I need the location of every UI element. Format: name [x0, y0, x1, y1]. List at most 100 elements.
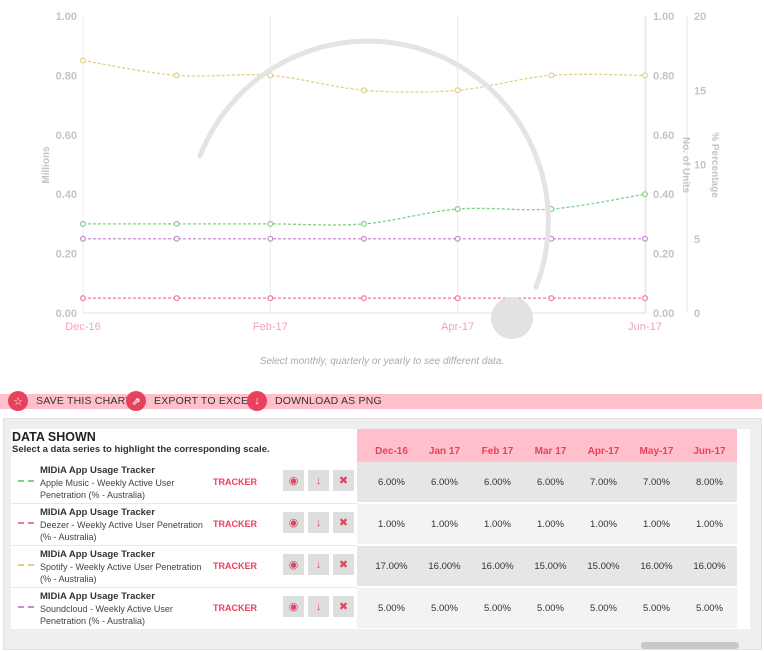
tracker-link[interactable]: TRACKER	[213, 477, 257, 487]
series-description: Soundcloud - Weekly Active User Penetrat…	[40, 604, 173, 626]
series-point	[641, 235, 648, 242]
tracker-link[interactable]: TRACKER	[213, 603, 257, 613]
series-point	[173, 235, 180, 242]
tracker-link[interactable]: TRACKER	[213, 519, 257, 529]
series-row[interactable]: MIDiA App Usage Tracker Spotify - Weekly …	[11, 546, 737, 586]
eye-series-button[interactable]: ◉	[283, 596, 304, 617]
value-cell: 7.00%	[643, 477, 670, 488]
download-series-button[interactable]: ↓	[308, 512, 329, 533]
close-icon: ✖	[338, 559, 349, 571]
series-point	[173, 72, 180, 79]
data-shown-title: DATA SHOWN	[12, 430, 96, 444]
download-series-button[interactable]: ↓	[308, 596, 329, 617]
value-cell: 5.00%	[484, 603, 511, 614]
value-cell: 8.00%	[696, 477, 723, 488]
series-legend-swatch	[18, 564, 34, 566]
series-legend-swatch	[18, 522, 34, 524]
value-cell: 6.00%	[378, 477, 405, 488]
close-series-button[interactable]: ✖	[333, 554, 354, 575]
series-source: MIDiA App Usage Tracker	[40, 549, 155, 560]
series-line	[83, 193, 646, 226]
download-png-label: DOWNLOAD AS PNG	[275, 395, 382, 407]
month-header: May-17	[639, 446, 674, 457]
row-divider	[11, 545, 357, 546]
x-axis-tick: Jun-17	[628, 321, 662, 333]
download-icon: ↓	[315, 474, 322, 487]
series-point	[454, 295, 461, 302]
horizontal-scrollbar[interactable]	[641, 642, 739, 649]
save-chart-button[interactable]: ☆ SAVE THIS CHART	[8, 391, 132, 411]
value-cell: 5.00%	[431, 603, 458, 614]
chart-toolbar: ☆ SAVE THIS CHART ⇗ EXPORT TO EXCEL ↓ DO…	[0, 391, 762, 411]
download-png-button[interactable]: ↓ DOWNLOAD AS PNG	[247, 391, 382, 411]
series-legend-swatch	[18, 480, 34, 482]
series-source: MIDiA App Usage Tracker	[40, 591, 155, 602]
series-row[interactable]: MIDiA App Usage Tracker Deezer - Weekly A…	[11, 504, 737, 544]
series-point	[267, 235, 274, 242]
series-values: 5.00% 5.00% 5.00% 5.00% 5.00% 5.00% 5.00%	[357, 588, 737, 628]
series-point	[361, 295, 368, 302]
chart: 0.00 0.20 0.40 0.60 0.80 1.00 0.00 0.20 0.40 0.60…	[41, 11, 720, 339]
percent-axis-tick: 15	[694, 85, 706, 97]
value-cell: 16.00%	[481, 561, 514, 572]
eye-series-button[interactable]: ◉	[283, 470, 304, 491]
percent-axis-tick: 20	[694, 11, 706, 23]
download-icon: ↓	[247, 391, 267, 411]
value-cell: 1.00%	[378, 519, 405, 530]
series-legend-swatch	[18, 606, 34, 608]
units-axis-tick: 0.00	[653, 308, 674, 320]
close-series-button[interactable]: ✖	[333, 596, 354, 617]
units-axis-tick: 0.40	[653, 189, 674, 201]
download-icon: ↓	[315, 558, 322, 571]
series-point	[454, 235, 461, 242]
series-description: Deezer - Weekly Active User Penetration …	[40, 520, 203, 542]
x-axis-tick: Feb-17	[253, 321, 288, 333]
download-icon: ↓	[315, 516, 322, 529]
series-description: Apple Music - Weekly Active User Penetra…	[40, 478, 175, 500]
star-icon: ☆	[8, 391, 28, 411]
value-cell: 1.00%	[643, 519, 670, 530]
close-icon: ✖	[338, 475, 349, 487]
eye-icon: ◉	[288, 475, 299, 487]
month-header-row: Dec-16 Jan 17 Feb 17 Mar 17 Apr-17 May-17 Jun-…	[357, 429, 737, 462]
download-series-button[interactable]: ↓	[308, 554, 329, 575]
units-axis-label: No. of Units	[680, 137, 691, 194]
eye-series-button[interactable]: ◉	[283, 512, 304, 533]
value-cell: 16.00%	[640, 561, 673, 572]
series-point	[361, 235, 368, 242]
value-cell: 17.00%	[375, 561, 408, 572]
series-row[interactable]: MIDiA App Usage Tracker Soundcloud - Week…	[11, 588, 737, 628]
left-axis-tick: 0.00	[56, 308, 77, 320]
series-source: MIDiA App Usage Tracker	[40, 507, 155, 518]
download-series-button[interactable]: ↓	[308, 470, 329, 491]
tracker-link[interactable]: TRACKER	[213, 561, 257, 571]
value-cell: 1.00%	[484, 519, 511, 530]
export-excel-button[interactable]: ⇗ EXPORT TO EXCEL	[126, 391, 254, 411]
series-point	[267, 295, 274, 302]
value-cell: 1.00%	[696, 519, 723, 530]
x-axis-tick: Dec-16	[65, 321, 100, 333]
close-series-button[interactable]: ✖	[333, 512, 354, 533]
value-cell: 5.00%	[537, 603, 564, 614]
eye-series-button[interactable]: ◉	[283, 554, 304, 575]
value-cell: 16.00%	[428, 561, 461, 572]
row-divider	[11, 587, 357, 588]
series-row[interactable]: MIDiA App Usage Tracker Apple Music - Wee…	[11, 462, 737, 502]
value-cell: 6.00%	[537, 477, 564, 488]
series-point	[548, 295, 555, 302]
left-axis-tick: 0.20	[56, 249, 77, 261]
x-axis-tick: Apr-17	[441, 321, 474, 333]
series-values: 17.00% 16.00% 16.00% 15.00% 15.00% 16.00% 16.0…	[357, 546, 737, 586]
series-point	[79, 295, 86, 302]
series-point	[548, 72, 555, 79]
value-cell: 7.00%	[590, 477, 617, 488]
units-axis-tick: 1.00	[653, 11, 674, 23]
series-source: MIDiA App Usage Tracker	[40, 465, 155, 476]
value-cell: 1.00%	[431, 519, 458, 530]
series-point	[267, 220, 274, 227]
close-series-button[interactable]: ✖	[333, 470, 354, 491]
percent-axis-tick: 0	[694, 308, 700, 320]
percent-axis-tick: 10	[694, 160, 706, 172]
value-cell: 5.00%	[378, 603, 405, 614]
month-header: Mar 17	[534, 446, 567, 457]
